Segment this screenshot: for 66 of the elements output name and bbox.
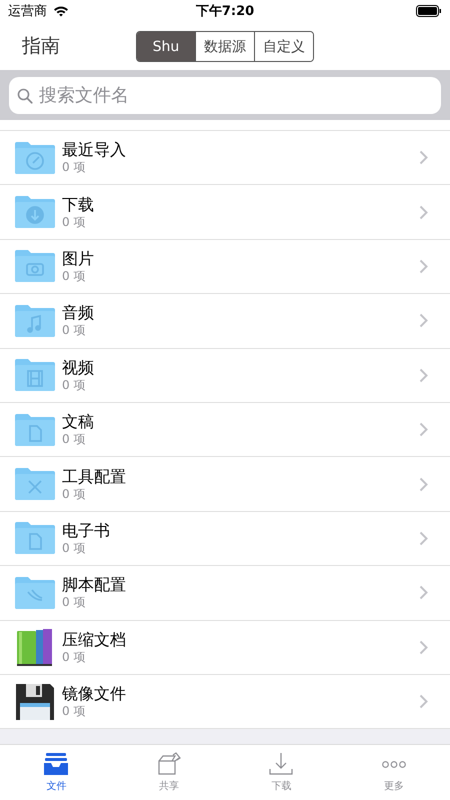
folder-icon (14, 576, 56, 610)
chevron-icon (419, 640, 428, 655)
folder-name: 图片 (62, 248, 95, 269)
status-time: 下午7:20 (196, 3, 254, 20)
folder-row[interactable]: 图片 0 项 (0, 240, 450, 294)
item-count: 0 项 (62, 540, 86, 556)
segment-tab[interactable]: 自定义 (254, 32, 313, 61)
folder-name: 电子书 (62, 520, 111, 541)
chevron-icon (419, 150, 428, 166)
search-field[interactable]: 搜索文件名 (9, 76, 441, 114)
chevron-icon (419, 368, 428, 383)
folder-row[interactable]: 工具配置 0 项 (0, 457, 450, 512)
folder-row[interactable]: 下载 0 项 (0, 185, 450, 240)
item-count: 0 项 (62, 432, 86, 448)
chevron-icon (419, 422, 428, 438)
download-icon (268, 752, 294, 776)
nav-title[interactable]: 指南 (22, 33, 60, 59)
tab-item[interactable]: 文件 (0, 745, 112, 800)
folder-name: 镜像文件 (62, 684, 127, 704)
item-count: 0 项 (62, 378, 86, 393)
segment-tab[interactable]: Shu (137, 32, 195, 61)
more-icon (382, 760, 406, 768)
tray-icon (43, 752, 70, 776)
folder-row[interactable]: 脚本配置 0 项 (0, 566, 450, 621)
wifi-icon (53, 5, 69, 17)
item-count: 0 项 (62, 268, 86, 284)
item-count: 0 项 (62, 704, 86, 720)
item-count: 0 项 (62, 650, 86, 665)
item-count: 0 项 (62, 486, 86, 502)
battery-icon (416, 5, 442, 17)
folder-icon (14, 304, 56, 338)
item-count: 0 项 (62, 214, 86, 230)
chevron-icon (419, 476, 428, 492)
search-icon (17, 88, 33, 104)
item-count: 0 项 (62, 323, 86, 338)
folder-icon (14, 358, 56, 392)
chevron-icon (419, 313, 428, 328)
item-count: 0 项 (62, 160, 86, 176)
folder-icon (14, 521, 56, 556)
folder-row[interactable]: 文稿 0 项 (0, 402, 450, 458)
box-icon (156, 752, 182, 776)
folder-row[interactable]: 音频 0 项 (0, 294, 450, 349)
folder-row[interactable]: 压缩文档 0 项 (0, 620, 450, 675)
folder-name: 工具配置 (62, 466, 127, 487)
chevron-icon (419, 258, 428, 274)
folder-icon (14, 412, 56, 447)
carrier-name: 运营商 (8, 3, 47, 20)
folder-name: 下载 (62, 194, 95, 215)
chevron-icon (419, 204, 428, 220)
folder-name: 音频 (62, 303, 95, 324)
folder-name: 视频 (62, 358, 95, 378)
folder-name: 脚本配置 (62, 575, 127, 596)
folder-icon (14, 140, 56, 175)
folder-name: 文稿 (62, 412, 95, 432)
folder-icon (14, 195, 56, 230)
folder-icon (14, 249, 56, 284)
item-count: 0 项 (62, 595, 86, 610)
folder-row[interactable]: 电子书 0 项 (0, 512, 450, 566)
chevron-icon (419, 530, 428, 546)
folder-name: 压缩文档 (62, 630, 127, 650)
folder-icon (14, 467, 56, 502)
chevron-icon (419, 585, 428, 600)
folder-row[interactable]: 视频 0 项 (0, 348, 450, 403)
folder-name: 最近导入 (62, 140, 127, 160)
chevron-icon (419, 694, 428, 710)
folder-row[interactable]: 最近导入 0 项 (0, 131, 450, 186)
